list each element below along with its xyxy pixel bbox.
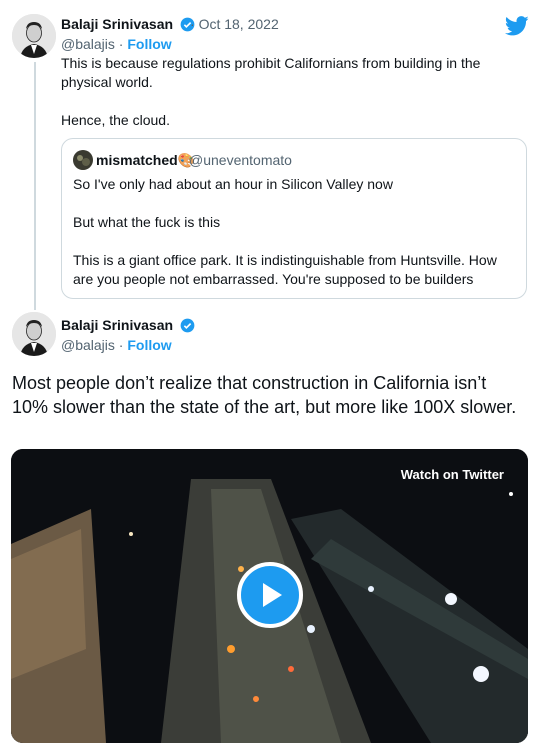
author-name[interactable]: Balaji Srinivasan [61,16,195,32]
handle-line: @balajis · Follow [61,36,172,52]
play-button[interactable] [237,562,303,628]
avatar[interactable] [12,14,56,58]
tweet-text: This is because regulations prohibit Cal… [61,54,480,130]
quoted-tweet[interactable]: mismatched🎨 @uneventomato So I've only h… [61,138,527,299]
tweet-text-line: physical world. [61,74,153,90]
quote-text-line: So I've only had about an hour in Silico… [73,176,393,192]
quote-author-handle: @uneventomato [189,152,292,168]
tweet-text-line: Hence, the cloud. [61,112,170,128]
author-name-text[interactable]: Balaji Srinivasan [61,317,173,333]
quote-text-line: are you people not embarrassed. You're s… [73,271,474,287]
video-player[interactable]: Watch on Twitter [11,449,528,743]
tweet-date[interactable]: · Oct 18, 2022 [190,16,279,32]
tweet-text-line: This is because regulations prohibit Cal… [61,55,481,71]
author-handle[interactable]: @balajis [61,36,115,52]
watch-on-twitter-link[interactable]: Watch on Twitter [401,467,504,482]
tweet-date-text[interactable]: Oct 18, 2022 [199,16,279,32]
author-name-text[interactable]: Balaji Srinivasan [61,16,173,32]
play-icon [263,583,282,607]
author-handle[interactable]: @balajis [61,337,115,353]
quote-avatar [73,150,93,170]
quote-author-name: mismatched🎨 [96,152,196,168]
twitter-bird-icon[interactable] [505,15,529,37]
quote-text-line: This is a giant office park. It is indis… [73,252,497,268]
handle-line: @balajis · Follow [61,337,172,353]
quote-text-line: But what the fuck is this [73,214,221,230]
follow-button[interactable]: Follow [127,36,171,52]
verified-badge-icon [180,318,195,333]
thread-line [34,62,36,310]
follow-button[interactable]: Follow [127,337,171,353]
tweet-main-text: Most people don’t realize that construct… [12,373,517,417]
author-name[interactable]: Balaji Srinivasan [61,317,195,333]
avatar[interactable] [12,312,56,356]
